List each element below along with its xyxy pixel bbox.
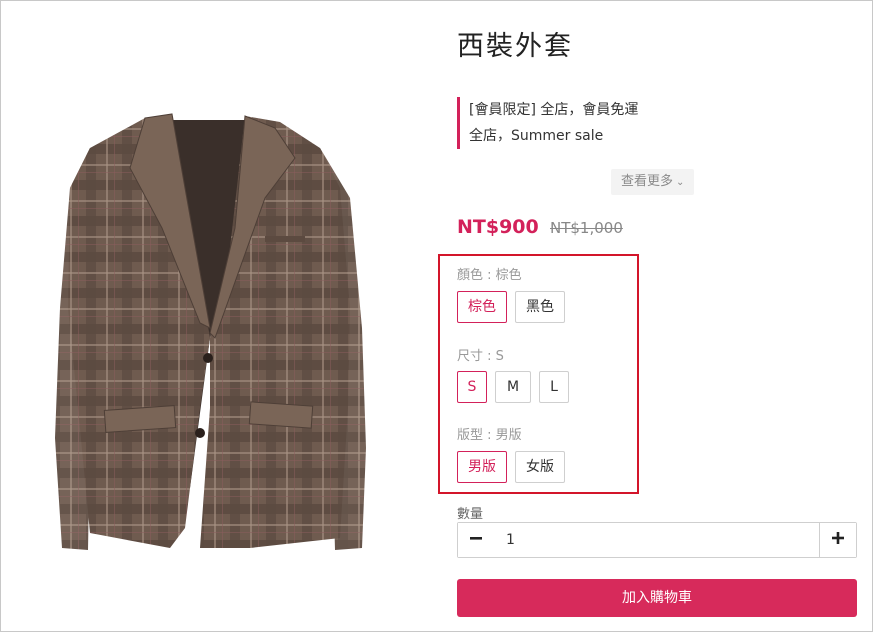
size-option-l[interactable]: L [539, 371, 569, 403]
original-price: NT$1,000 [550, 219, 623, 237]
product-title: 西裝外套 [457, 31, 573, 62]
size-options: S M L [457, 371, 569, 403]
see-more-label: 查看更多 [621, 174, 674, 189]
quantity-increase-button[interactable] [819, 523, 856, 557]
quantity-decrease-button[interactable] [458, 523, 494, 557]
product-image [50, 108, 368, 564]
size-option-m[interactable]: M [495, 371, 531, 403]
quantity-label: 數量 [457, 507, 484, 522]
plus-icon [832, 532, 844, 544]
size-option-label: 尺寸 : S [457, 349, 504, 364]
quantity-stepper: 1 [457, 522, 857, 558]
color-option-black[interactable]: 黑色 [515, 291, 565, 323]
promotion-box: [會員限定] 全店，會員免運 全店，Summer sale [457, 97, 837, 149]
fit-option-women[interactable]: 女版 [515, 451, 565, 483]
color-option-label: 顏色 : 棕色 [457, 268, 522, 283]
size-option-s[interactable]: S [457, 371, 487, 403]
promotion-line: [會員限定] 全店，會員免運 [469, 102, 639, 118]
chevron-down-icon: ⌄ [676, 177, 685, 188]
color-options: 棕色 黑色 [457, 291, 565, 323]
fit-option-label: 版型 : 男版 [457, 428, 522, 443]
fit-option-men[interactable]: 男版 [457, 451, 507, 483]
quantity-input[interactable]: 1 [494, 523, 819, 557]
current-price: NT$900 [457, 216, 539, 238]
color-option-brown[interactable]: 棕色 [457, 291, 507, 323]
blazer-illustration [55, 113, 366, 550]
fit-options: 男版 女版 [457, 451, 565, 483]
minus-icon [470, 537, 482, 540]
see-more-button[interactable]: 查看更多 ⌄ [611, 169, 695, 195]
add-to-cart-button[interactable]: 加入購物車 [457, 579, 857, 617]
promotion-line: 全店，Summer sale [469, 128, 604, 144]
